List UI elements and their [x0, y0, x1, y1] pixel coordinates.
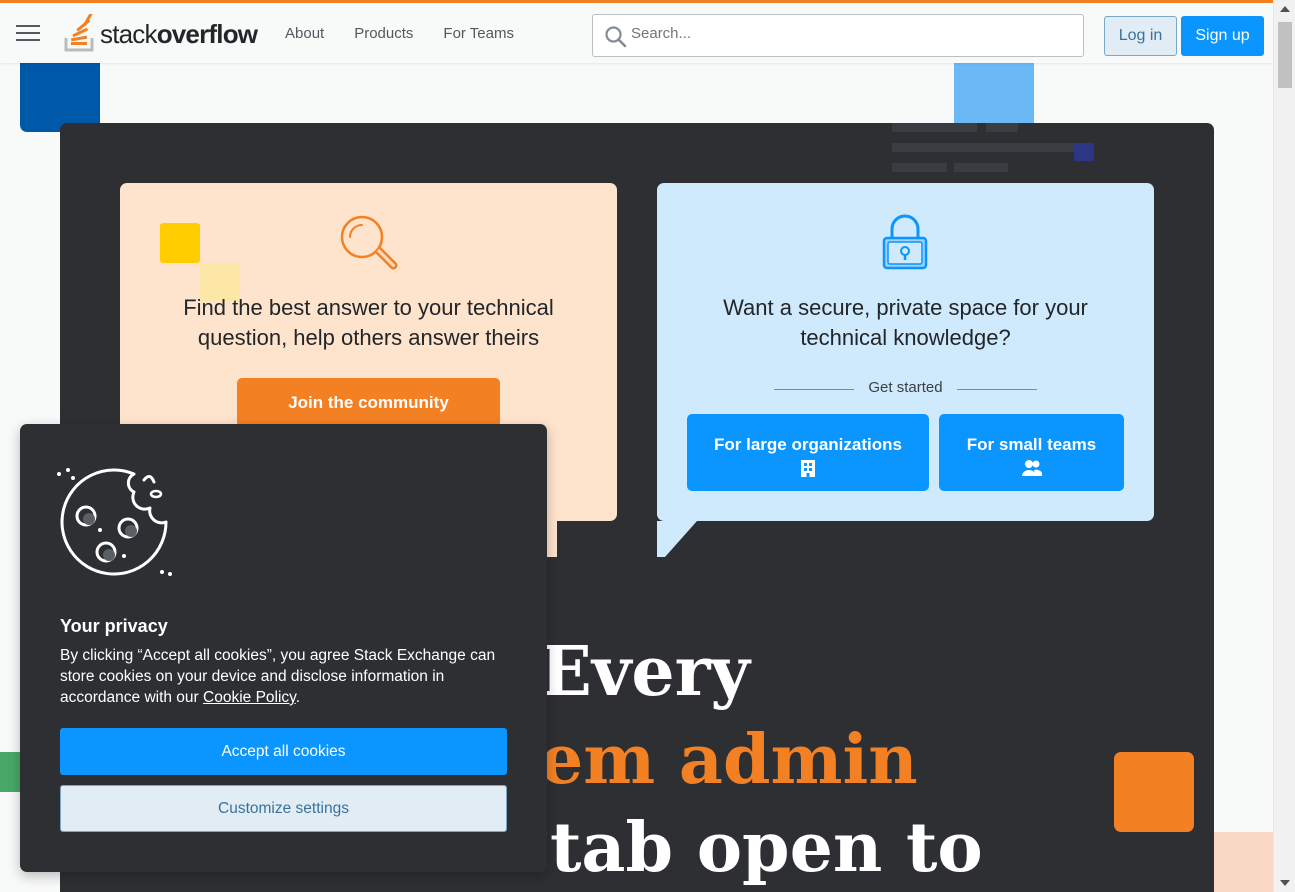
logo-text-bold: overflow — [156, 18, 258, 49]
community-card-text: Find the best answer to your technical q… — [183, 295, 554, 350]
accept-all-cookies-button[interactable]: Accept all cookies — [60, 728, 507, 775]
cookie-policy-link[interactable]: Cookie Policy — [203, 689, 296, 706]
large-organizations-label: For large organizations — [714, 435, 902, 454]
teams-card: Want a secure, private space for your te… — [657, 183, 1154, 521]
logo-text-light: stack — [100, 18, 157, 49]
customize-settings-button[interactable]: Customize settings — [60, 785, 507, 832]
top-bar: stackoverflow About Products For Teams L… — [0, 0, 1273, 63]
get-started-label: Get started — [774, 379, 1037, 396]
cookie-icon — [57, 468, 172, 576]
headline-line-1: Every — [540, 632, 750, 712]
decorative-orange-block — [1114, 752, 1194, 832]
scroll-thumb[interactable] — [1278, 22, 1292, 88]
decorative-yellow-square — [160, 223, 200, 263]
search-box[interactable] — [592, 14, 1084, 57]
scroll-down-arrow-icon[interactable] — [1280, 880, 1290, 886]
stack-logo-icon — [64, 14, 94, 52]
building-icon — [801, 460, 815, 477]
large-organizations-button[interactable]: For large organizations — [687, 414, 929, 491]
small-teams-button[interactable]: For small teams — [939, 414, 1124, 491]
privacy-dialog: Your privacy By clicking “Accept all coo… — [20, 424, 547, 872]
magnifying-glass-icon — [340, 215, 398, 270]
decorative-code-lines — [892, 123, 1094, 173]
menu-icon[interactable] — [16, 25, 40, 43]
decorative-green-block — [0, 752, 20, 792]
nav-about[interactable]: About — [270, 18, 339, 49]
decorative-blue-block — [20, 63, 100, 132]
login-button[interactable]: Log in — [1104, 16, 1177, 56]
search-icon — [605, 26, 627, 48]
vertical-scrollbar[interactable] — [1273, 0, 1295, 892]
lock-icon — [882, 214, 928, 270]
headline-line-2: em admin — [540, 720, 918, 800]
privacy-title: Your privacy — [60, 616, 168, 636]
decorative-lightblue-block — [954, 63, 1034, 123]
logo-text: stackoverflow — [100, 18, 258, 50]
top-nav: About Products For Teams — [270, 3, 529, 63]
teams-card-tail — [657, 521, 697, 557]
nav-products[interactable]: Products — [339, 18, 428, 49]
scroll-up-arrow-icon[interactable] — [1280, 6, 1290, 12]
headline-line-3: tab open to — [550, 808, 983, 888]
small-teams-label: For small teams — [966, 435, 1097, 454]
nav-for-teams[interactable]: For Teams — [428, 18, 529, 49]
teams-card-text: Want a secure, private space for your te… — [723, 295, 1088, 350]
stackoverflow-logo[interactable]: stackoverflow — [64, 13, 258, 53]
join-community-button[interactable]: Join the community — [237, 378, 500, 428]
privacy-body-end: . — [295, 689, 301, 706]
people-icon — [1021, 460, 1042, 476]
signup-button[interactable]: Sign up — [1181, 16, 1264, 56]
search-input[interactable] — [631, 25, 1071, 42]
privacy-body: By clicking “Accept all cookies”, you ag… — [60, 645, 510, 708]
